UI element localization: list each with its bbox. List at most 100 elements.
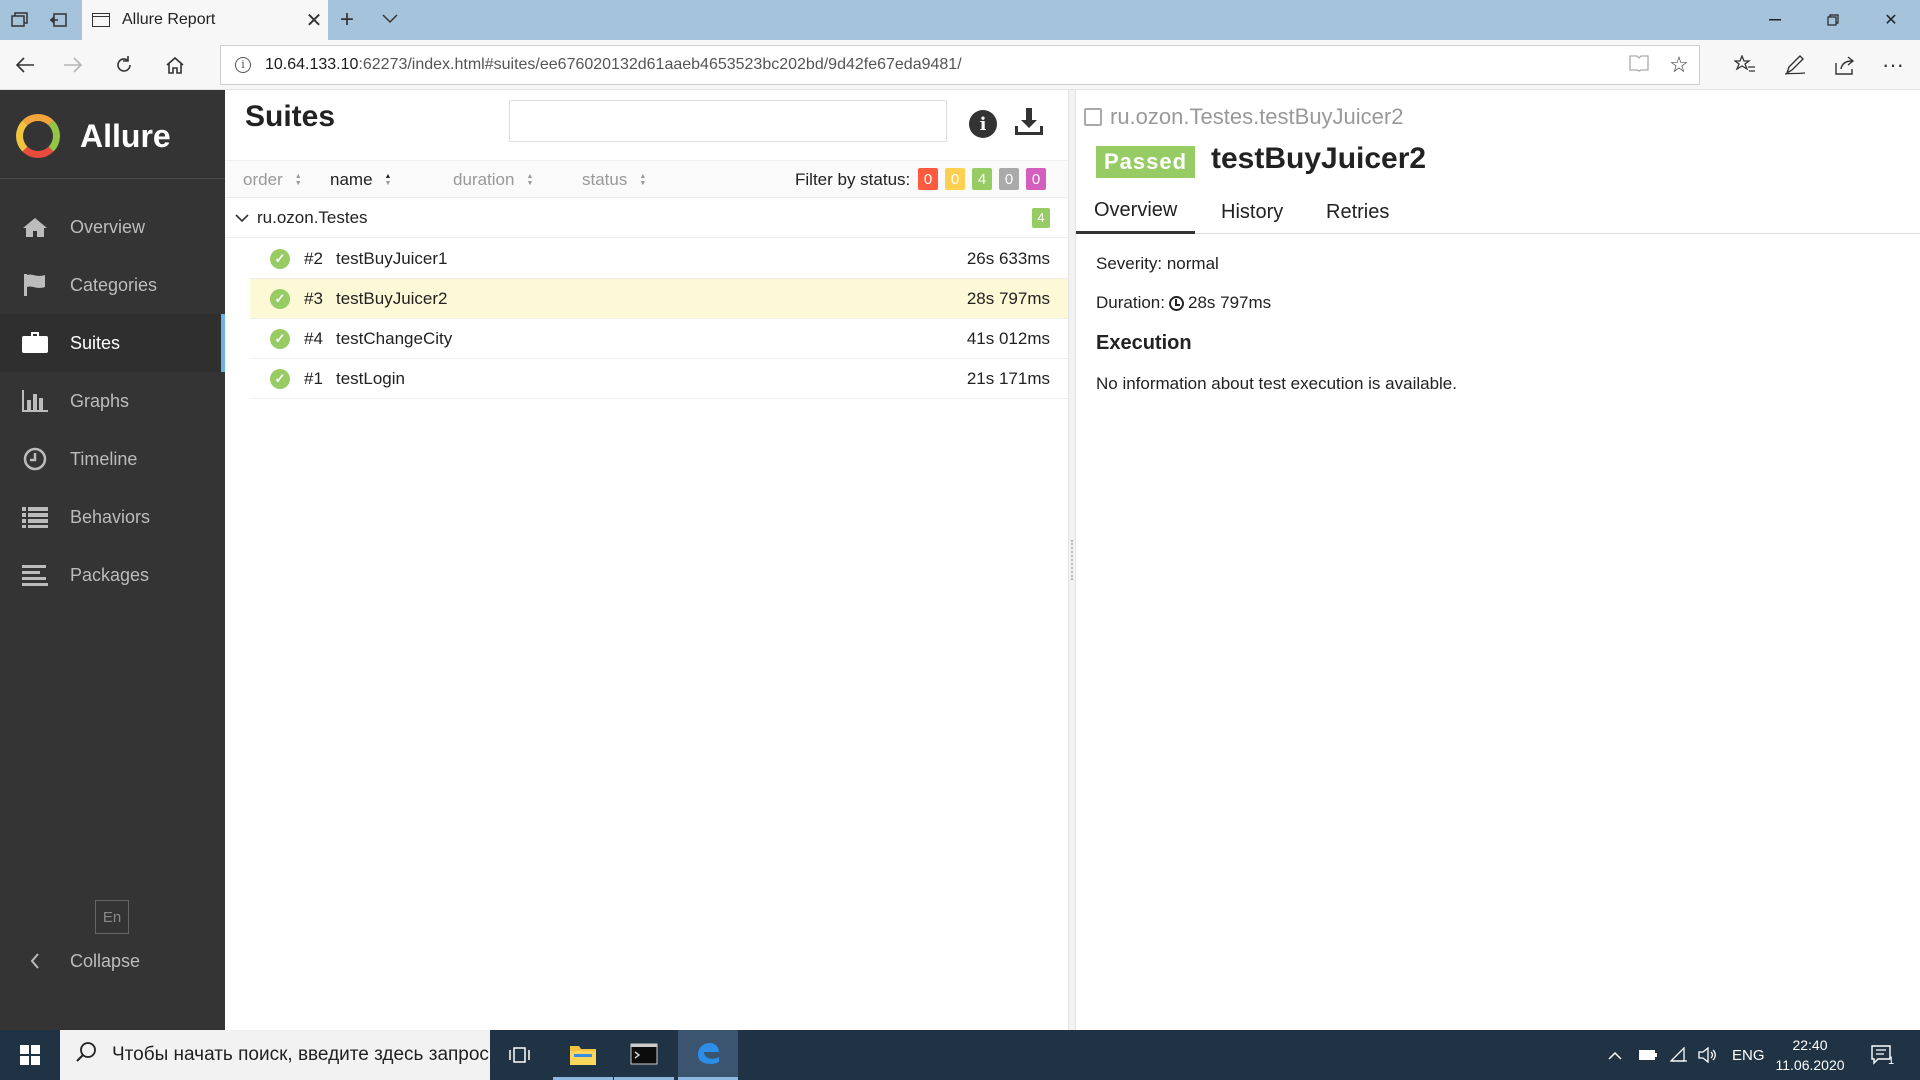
flag-icon xyxy=(0,273,70,297)
sort-by-name[interactable]: name ▲ ▼ xyxy=(330,161,391,199)
pen-icon[interactable] xyxy=(1780,50,1810,80)
brand[interactable]: Allure xyxy=(16,114,171,158)
sidebar-item-behaviors[interactable]: Behaviors xyxy=(0,488,225,546)
close-window-icon[interactable]: ✕ xyxy=(1866,4,1916,36)
sort-icon: ▲ ▼ xyxy=(294,173,302,187)
test-number: #2 xyxy=(304,248,323,268)
set-tabs-aside-icon[interactable] xyxy=(46,8,70,32)
restore-icon[interactable] xyxy=(1808,4,1858,36)
wifi-icon[interactable] xyxy=(1670,1030,1690,1080)
url-text[interactable]: 10.64.133.10:62273/index.html#suites/ee6… xyxy=(265,56,1619,74)
show-hidden-icons-icon[interactable] xyxy=(1608,1030,1622,1080)
back-icon[interactable] xyxy=(10,50,40,80)
filter-skipped-badge[interactable]: 0 xyxy=(999,168,1019,190)
filter-label: Filter by status: xyxy=(795,170,911,189)
sort-by-order[interactable]: order ▲ ▼ xyxy=(243,161,302,199)
sidebar-item-graphs[interactable]: Graphs xyxy=(0,372,225,430)
collapse-button[interactable]: Collapse xyxy=(0,936,225,986)
browser-navbar: i 10.64.133.10:62273/index.html#suites/e… xyxy=(0,40,1920,90)
sidebar-item-label: Categories xyxy=(70,274,158,295)
sidebar-item-categories[interactable]: Categories xyxy=(0,256,225,314)
address-bar[interactable]: i 10.64.133.10:62273/index.html#suites/e… xyxy=(220,45,1700,85)
test-row[interactable]: ✓ #2 testBuyJuicer1 26s 633ms xyxy=(250,239,1068,279)
align-left-icon xyxy=(0,564,70,586)
test-number: #3 xyxy=(304,288,323,308)
notifications-icon[interactable]: 1 xyxy=(1870,1030,1894,1080)
edge-browser-icon[interactable] xyxy=(678,1030,738,1080)
test-duration: 28s 797ms xyxy=(966,288,1050,308)
tab-overview[interactable]: Overview xyxy=(1076,190,1196,234)
share-icon[interactable] xyxy=(1830,50,1860,80)
test-row-selected[interactable]: ✓ #3 testBuyJuicer2 28s 797ms xyxy=(250,279,1068,319)
download-icon[interactable] xyxy=(1013,106,1045,138)
info-icon[interactable]: i xyxy=(969,110,997,138)
forward-icon[interactable] xyxy=(58,50,88,80)
sort-icon: ▲ ▼ xyxy=(526,173,534,187)
status-badge: Passed xyxy=(1096,146,1196,178)
close-tab-icon[interactable]: ✕ xyxy=(300,8,328,33)
suite-group-name: ru.ozon.Testes xyxy=(257,207,368,227)
file-explorer-icon[interactable] xyxy=(553,1030,613,1080)
search-input[interactable] xyxy=(509,100,947,142)
chevron-down-icon xyxy=(235,210,251,226)
minimize-icon[interactable] xyxy=(1750,4,1800,36)
favorites-list-icon[interactable] xyxy=(1730,50,1760,80)
reading-view-icon[interactable] xyxy=(1619,54,1659,77)
battery-icon[interactable] xyxy=(1638,1030,1658,1080)
refresh-icon[interactable] xyxy=(109,50,139,80)
new-tab-icon[interactable]: + xyxy=(340,6,354,34)
favorite-star-icon[interactable]: ☆ xyxy=(1659,52,1699,78)
notification-count: 1 xyxy=(1888,1055,1895,1067)
tab-retries[interactable]: Retries xyxy=(1326,190,1389,234)
task-view-icon[interactable] xyxy=(490,1030,550,1080)
test-number: #1 xyxy=(304,368,323,388)
tab-actions-icon[interactable] xyxy=(8,8,32,32)
suite-group-row[interactable]: ru.ozon.Testes 4 xyxy=(225,198,1068,238)
test-number: #4 xyxy=(304,328,323,348)
filter-broken-badge[interactable]: 0 xyxy=(945,168,965,190)
volume-icon[interactable] xyxy=(1698,1030,1718,1080)
browser-tab[interactable]: Allure Report ✕ xyxy=(82,0,328,40)
pane-splitter[interactable] xyxy=(1068,90,1076,1030)
sidebar-item-overview[interactable]: Overview xyxy=(0,198,225,256)
sidebar-item-packages[interactable]: Packages xyxy=(0,546,225,604)
browser-titlebar: Allure Report ✕ + ✕ xyxy=(0,0,1920,40)
splitter-grip-icon[interactable] xyxy=(1071,540,1073,580)
home-icon[interactable] xyxy=(160,50,190,80)
terminal-icon[interactable] xyxy=(614,1030,674,1080)
sidebar-item-label: Graphs xyxy=(70,390,130,411)
sidebar-item-label: Overview xyxy=(70,216,146,237)
filter-unknown-badge[interactable]: 0 xyxy=(1026,168,1046,190)
tab-title: Allure Report xyxy=(122,11,216,28)
passed-check-icon: ✓ xyxy=(270,248,290,269)
chevron-down-icon[interactable] xyxy=(382,8,398,29)
more-options-icon[interactable]: ··· xyxy=(1878,50,1908,80)
clock-date: 11.06.2020 xyxy=(1775,1057,1845,1073)
start-button[interactable] xyxy=(0,1030,60,1080)
sort-bar: order ▲ ▼ name ▲ ▼ duration ▲ ▼ status ▲ ▼ F… xyxy=(225,160,1068,198)
sidebar-item-timeline[interactable]: Timeline xyxy=(0,430,225,488)
language-selector[interactable]: En xyxy=(95,900,129,934)
tab-history[interactable]: History xyxy=(1221,190,1283,234)
clock-icon xyxy=(0,447,70,471)
test-duration: 26s 633ms xyxy=(966,248,1050,268)
bar-chart-icon xyxy=(0,389,70,413)
status-filter: 0 0 4 0 0 xyxy=(918,168,1053,190)
filter-failed-badge[interactable]: 0 xyxy=(918,168,938,190)
copy-icon[interactable] xyxy=(1084,108,1102,126)
sidebar-item-suites[interactable]: Suites xyxy=(0,314,225,372)
site-info-icon[interactable]: i xyxy=(221,57,265,73)
brand-name: Allure xyxy=(80,117,171,154)
suite-group-count: 4 xyxy=(1032,207,1050,228)
sort-by-status[interactable]: status ▲ ▼ xyxy=(582,161,646,199)
sidebar-item-label: Behaviors xyxy=(70,506,151,527)
taskbar-search[interactable]: Чтобы начать поиск, введите здесь запрос xyxy=(60,1030,490,1080)
sort-by-duration[interactable]: duration ▲ ▼ xyxy=(453,161,533,199)
test-row[interactable]: ✓ #4 testChangeCity 41s 012ms xyxy=(250,319,1068,359)
passed-check-icon: ✓ xyxy=(270,368,290,389)
test-detail-pane: ru.ozon.Testes.testBuyJuicer2 Passed tes… xyxy=(1076,90,1920,1030)
system-clock[interactable]: 22:40 11.06.2020 xyxy=(1760,1035,1860,1075)
filter-passed-badge[interactable]: 4 xyxy=(972,168,992,190)
test-row[interactable]: ✓ #1 testLogin 21s 171ms xyxy=(250,359,1068,399)
test-name: testBuyJuicer1 xyxy=(336,248,448,268)
